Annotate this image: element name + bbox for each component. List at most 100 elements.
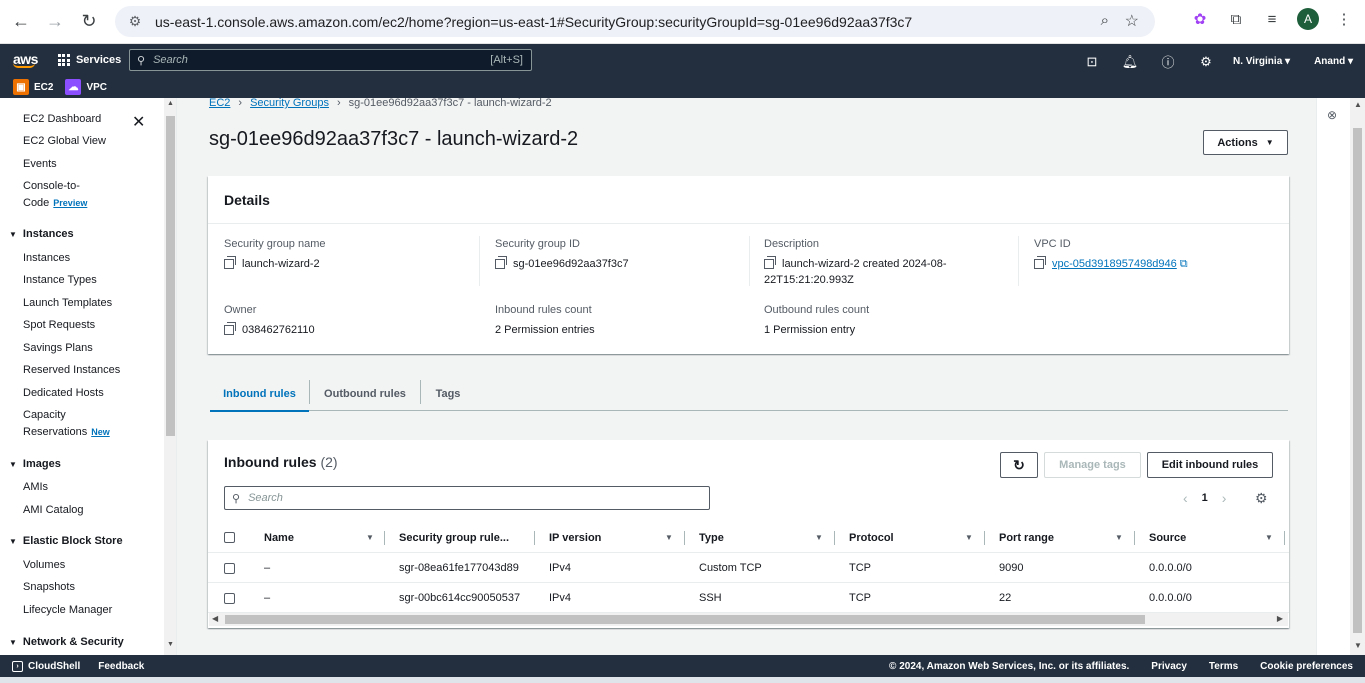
account-menu[interactable]: Anand ▾ xyxy=(1314,56,1353,67)
settings-gear-icon[interactable]: ⚙ xyxy=(1187,54,1225,70)
sidebar-item-dedicated-hosts[interactable]: Dedicated Hosts xyxy=(23,387,104,399)
services-menu[interactable]: Services xyxy=(57,54,121,66)
col-rule-id[interactable]: Security group rule... xyxy=(399,523,529,553)
sidebar-section-network-security[interactable]: ▼ Network & Security xyxy=(9,636,124,648)
sidebar-item-snapshots[interactable]: Snapshots xyxy=(23,581,75,593)
row-checkbox[interactable] xyxy=(224,593,235,604)
sidebar-item-instances[interactable]: Instances xyxy=(23,252,70,264)
sidebar-item-console-to-code[interactable]: Console-to- xyxy=(23,180,80,192)
sidebar-item-amis[interactable]: AMIs xyxy=(23,481,48,493)
privacy-link[interactable]: Privacy xyxy=(1151,661,1187,672)
refresh-button[interactable]: ↻ xyxy=(1000,452,1038,478)
sidebar-item-console-to-code-line2[interactable]: Code Preview xyxy=(23,197,87,209)
copy-icon[interactable] xyxy=(495,256,507,269)
sidebar-item-ec2-global-view[interactable]: EC2 Global View xyxy=(23,135,106,147)
scroll-right-icon[interactable]: ▶ xyxy=(1277,614,1283,623)
sidebar-item-spot-requests[interactable]: Spot Requests xyxy=(23,319,95,331)
table-row[interactable]: – sgr-00bc614cc90050537 IPv4 SSH TCP 22 … xyxy=(208,583,1289,613)
manage-tags-button[interactable]: Manage tags xyxy=(1044,452,1141,478)
sidebar-item-events[interactable]: Events xyxy=(23,158,57,170)
address-bar[interactable]: ⚙ us-east-1.console.aws.amazon.com/ec2/h… xyxy=(115,6,1155,37)
next-page-icon[interactable]: › xyxy=(1222,490,1227,506)
vpc-id-link[interactable]: vpc-05d3918957498d946 xyxy=(1052,256,1177,272)
copy-icon[interactable] xyxy=(224,322,236,335)
tab-outbound-rules[interactable]: Outbound rules xyxy=(310,376,420,411)
gemini-icon[interactable]: ✿ xyxy=(1189,8,1211,30)
col-ip-version[interactable]: IP version ▼ xyxy=(549,523,674,553)
select-all-checkbox[interactable] xyxy=(224,532,235,543)
close-sidebar-icon[interactable]: ✕ xyxy=(132,112,145,132)
page-scroll-thumb[interactable] xyxy=(1353,128,1362,633)
current-page[interactable]: 1 xyxy=(1202,492,1208,504)
notifications-icon[interactable]: 🔔︎ xyxy=(1111,54,1149,70)
col-name[interactable]: Name ▼ xyxy=(264,523,374,553)
sidebar-item-ec2-dashboard[interactable]: EC2 Dashboard xyxy=(23,113,101,125)
forward-icon[interactable]: → xyxy=(42,9,68,35)
sidebar-item-ami-catalog[interactable]: AMI Catalog xyxy=(23,504,84,516)
back-icon[interactable]: ← xyxy=(8,9,34,35)
sidebar-scroll-thumb[interactable] xyxy=(166,116,175,436)
site-info-icon[interactable]: ⚙ xyxy=(127,13,143,30)
sidebar-item-instance-types[interactable]: Instance Types xyxy=(23,274,97,286)
scroll-up-icon[interactable]: ▲ xyxy=(1354,100,1362,109)
browser-menu-icon[interactable]: ⋮ xyxy=(1333,8,1355,30)
scroll-down-icon[interactable]: ▼ xyxy=(1354,641,1362,650)
sidebar-section-images[interactable]: ▼ Images xyxy=(9,458,61,470)
sidebar-item-capacity-reservations[interactable]: Capacity xyxy=(23,409,66,421)
region-selector[interactable]: N. Virginia ▾ xyxy=(1233,56,1290,67)
feedback-link[interactable]: Feedback xyxy=(98,661,144,672)
table-horizontal-scrollbar[interactable]: ◀ ▶ xyxy=(209,613,1288,626)
scroll-down-icon[interactable]: ▼ xyxy=(167,641,174,648)
zoom-icon[interactable]: ⌕ xyxy=(1101,12,1109,29)
tab-inbound-rules[interactable]: Inbound rules xyxy=(210,376,309,412)
col-source[interactable]: Source ▼ xyxy=(1149,523,1274,553)
external-link-icon[interactable]: ⧉ xyxy=(1180,256,1188,272)
table-scroll-thumb[interactable] xyxy=(225,615,1145,624)
scroll-up-icon[interactable]: ▲ xyxy=(167,100,174,107)
url-text[interactable]: us-east-1.console.aws.amazon.com/ec2/hom… xyxy=(155,14,912,30)
row-checkbox[interactable] xyxy=(224,563,235,574)
col-protocol[interactable]: Protocol ▼ xyxy=(849,523,974,553)
copy-icon[interactable] xyxy=(764,256,776,269)
cookie-preferences-link[interactable]: Cookie preferences xyxy=(1260,661,1353,672)
rules-search-input[interactable]: ⚲ Search xyxy=(224,486,710,510)
terms-link[interactable]: Terms xyxy=(1209,661,1238,672)
cloudshell-button[interactable]: › CloudShell xyxy=(12,660,80,672)
table-row[interactable]: – sgr-08ea61fe177043d89 IPv4 Custom TCP … xyxy=(208,553,1289,583)
sidebar-item-savings-plans[interactable]: Savings Plans xyxy=(23,342,93,354)
prev-page-icon[interactable]: ‹ xyxy=(1183,490,1188,506)
help-icon[interactable]: ⓘ xyxy=(1149,52,1187,71)
global-search-input[interactable]: ⚲ Search [Alt+S] xyxy=(129,49,532,71)
sidebar-scrollbar[interactable]: ▲ ▼ xyxy=(164,98,176,655)
extensions-icon[interactable]: ⧉ xyxy=(1225,8,1247,30)
breadcrumb-ec2[interactable]: EC2 xyxy=(209,97,230,109)
sidebar-item-lifecycle-manager[interactable]: Lifecycle Manager xyxy=(23,604,112,616)
favorite-vpc[interactable]: ☁ VPC xyxy=(65,79,107,95)
reading-list-icon[interactable]: ≡ xyxy=(1261,8,1283,30)
breadcrumb-security-groups[interactable]: Security Groups xyxy=(250,97,329,109)
cloudshell-icon[interactable]: ⊡ xyxy=(1073,54,1111,70)
table-settings-gear-icon[interactable]: ⚙ xyxy=(1255,490,1268,507)
info-panel-icon[interactable]: ⊗ xyxy=(1327,108,1337,122)
edit-inbound-rules-button[interactable]: Edit inbound rules xyxy=(1147,452,1273,478)
sidebar-item-volumes[interactable]: Volumes xyxy=(23,559,65,571)
sidebar-item-reserved-instances[interactable]: Reserved Instances xyxy=(23,364,120,376)
copy-icon[interactable] xyxy=(1034,256,1046,269)
reload-icon[interactable]: ↻ xyxy=(76,9,102,35)
sidebar-item-capacity-reservations-line2[interactable]: Reservations New xyxy=(23,426,110,438)
scroll-left-icon[interactable]: ◀ xyxy=(212,614,218,623)
copy-icon[interactable] xyxy=(224,256,236,269)
profile-avatar[interactable]: A xyxy=(1297,8,1319,30)
tab-tags[interactable]: Tags xyxy=(421,376,475,411)
sidebar-item-launch-templates[interactable]: Launch Templates xyxy=(23,297,112,309)
sidebar-section-instances[interactable]: ▼ Instances xyxy=(9,228,74,240)
actions-button[interactable]: Actions ▼ xyxy=(1203,130,1288,155)
col-port-range[interactable]: Port range ▼ xyxy=(999,523,1124,553)
sidebar-section-ebs[interactable]: ▼ Elastic Block Store xyxy=(9,535,123,547)
bookmark-star-icon[interactable]: ☆ xyxy=(1125,11,1139,31)
col-type[interactable]: Type ▼ xyxy=(699,523,824,553)
aws-top-navigation: aws Services ⚲ Search [Alt+S] ⊡ 🔔︎ ⓘ ⚙ N… xyxy=(0,44,1365,98)
page-vertical-scrollbar[interactable]: ▲ ▼ xyxy=(1350,98,1365,655)
aws-logo[interactable]: aws xyxy=(13,52,38,68)
favorite-ec2[interactable]: ▣ EC2 xyxy=(13,79,53,95)
